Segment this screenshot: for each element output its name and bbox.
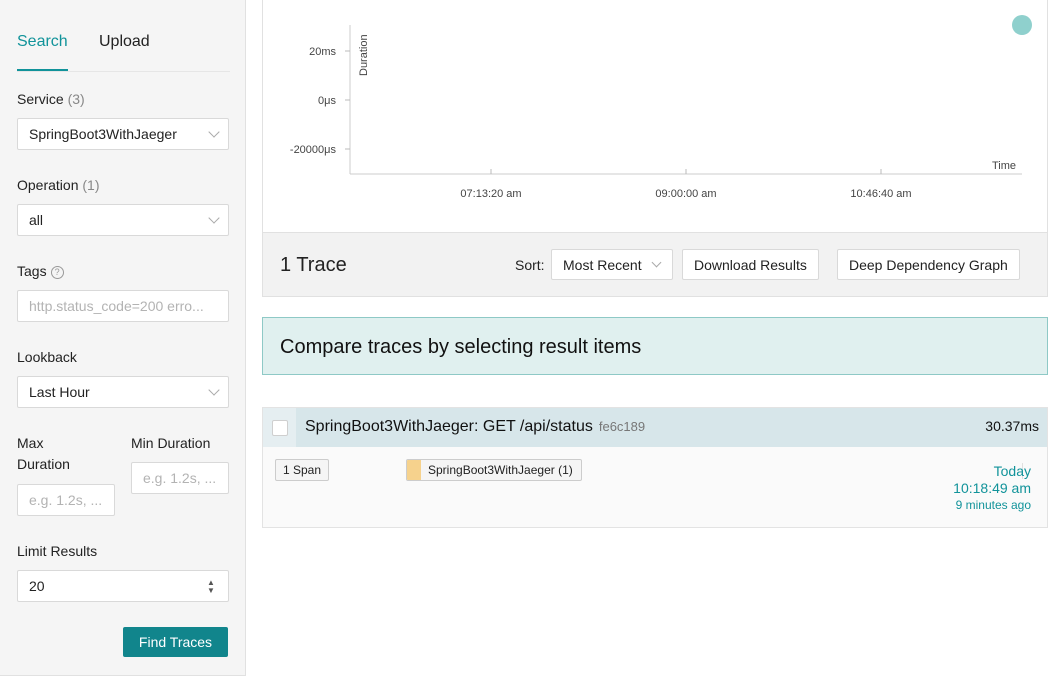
service-color-swatch bbox=[407, 460, 421, 480]
limit-results-value: 20 bbox=[29, 578, 45, 594]
trace-title-link[interactable]: SpringBoot3WithJaeger: GET /api/status fe… bbox=[305, 418, 645, 436]
trace-relative-time: 9 minutes ago bbox=[955, 498, 1031, 512]
number-stepper-icon[interactable]: ▲ ▼ bbox=[206, 579, 216, 595]
lookback-select[interactable]: Last Hour bbox=[17, 376, 229, 408]
trace-select-checkbox[interactable] bbox=[272, 420, 288, 436]
compare-banner: Compare traces by selecting result items bbox=[262, 317, 1048, 375]
sort-select[interactable]: Most Recent bbox=[551, 249, 673, 280]
max-duration-label-line1: Max bbox=[17, 435, 44, 451]
service-select-value: SpringBoot3WithJaeger bbox=[29, 126, 177, 142]
trace-result-item[interactable]: SpringBoot3WithJaeger: GET /api/status fe… bbox=[262, 407, 1048, 528]
y-tick-label: 20ms bbox=[309, 46, 336, 58]
operation-label-text: Operation bbox=[17, 177, 79, 193]
x-tick-label: 09:00:00 am bbox=[655, 188, 716, 200]
trace-id: fe6c189 bbox=[598, 419, 646, 434]
x-tick-label: 07:13:20 am bbox=[460, 188, 521, 200]
tags-label-text: Tags bbox=[17, 263, 47, 279]
trace-duration: 30.37ms bbox=[985, 418, 1039, 434]
y-tick-label: 0μs bbox=[318, 95, 336, 107]
max-duration-placeholder: e.g. 1.2s, ... bbox=[29, 492, 103, 508]
operation-select-value: all bbox=[29, 212, 44, 228]
chevron-down-icon bbox=[208, 212, 220, 224]
trace-time: 10:18:49 am bbox=[953, 480, 1031, 496]
min-duration-label: Min Duration bbox=[131, 435, 211, 451]
deep-dependency-graph-button[interactable]: Deep Dependency Graph bbox=[837, 249, 1020, 280]
results-header: 1 Trace Sort: Most Recent Download Resul… bbox=[262, 232, 1048, 297]
service-tag: SpringBoot3WithJaeger (1) bbox=[406, 459, 582, 481]
tags-input-placeholder: http.status_code=200 erro... bbox=[29, 298, 204, 314]
service-tag-label: SpringBoot3WithJaeger (1) bbox=[428, 463, 573, 477]
compare-text: Compare traces by selecting result items bbox=[280, 336, 642, 358]
lookback-label: Lookback bbox=[17, 349, 77, 365]
trace-data-point[interactable] bbox=[1012, 15, 1032, 35]
tags-label: Tags? bbox=[17, 263, 64, 279]
tags-input[interactable]: http.status_code=200 erro... bbox=[17, 290, 229, 322]
span-count-tag: 1 Span bbox=[275, 459, 330, 481]
search-sidebar: Search Upload Service (3) SpringBoot3Wit… bbox=[0, 0, 246, 676]
limit-results-label: Limit Results bbox=[17, 543, 98, 559]
chevron-down-icon bbox=[208, 384, 220, 396]
trace-scatter-chart: 20ms 0μs -20000μs 07:13:20 am 09:00:00 a… bbox=[262, 0, 1048, 232]
x-axis-title: Time bbox=[992, 160, 1016, 172]
help-icon[interactable]: ? bbox=[50, 266, 64, 279]
trace-select-cell bbox=[263, 408, 296, 447]
operation-count: (1) bbox=[82, 177, 100, 193]
trace-day: Today bbox=[993, 463, 1031, 479]
tab-search[interactable]: Search bbox=[17, 33, 68, 51]
service-label: Service (3) bbox=[17, 91, 85, 107]
y-tick-label: -20000μs bbox=[290, 144, 337, 156]
service-label-text: Service bbox=[17, 91, 64, 107]
sort-label: Sort: bbox=[515, 257, 545, 273]
trace-item-header[interactable]: SpringBoot3WithJaeger: GET /api/status fe… bbox=[263, 408, 1047, 447]
limit-results-input[interactable]: 20 ▲ ▼ bbox=[17, 570, 229, 602]
max-duration-label: Max Duration bbox=[17, 435, 70, 472]
chevron-down-icon bbox=[208, 126, 220, 138]
find-traces-button[interactable]: Find Traces bbox=[123, 627, 228, 657]
trace-title: SpringBoot3WithJaeger: GET /api/status bbox=[305, 418, 593, 435]
download-results-button[interactable]: Download Results bbox=[682, 249, 819, 280]
operation-label: Operation (1) bbox=[17, 177, 100, 193]
service-select[interactable]: SpringBoot3WithJaeger bbox=[17, 118, 229, 150]
operation-select[interactable]: all bbox=[17, 204, 229, 236]
service-count: (3) bbox=[67, 91, 85, 107]
x-tick-label: 10:46:40 am bbox=[850, 188, 911, 200]
min-duration-placeholder: e.g. 1.2s, ... bbox=[143, 470, 217, 486]
chevron-down-icon bbox=[651, 257, 662, 268]
scatter-svg: 20ms 0μs -20000μs 07:13:20 am 09:00:00 a… bbox=[290, 15, 1032, 200]
tab-upload[interactable]: Upload bbox=[99, 33, 150, 51]
trace-count: 1 Trace bbox=[280, 254, 347, 276]
max-duration-input[interactable]: e.g. 1.2s, ... bbox=[17, 484, 115, 516]
sidebar-tabs: Search Upload bbox=[17, 0, 230, 72]
sort-select-value: Most Recent bbox=[563, 256, 642, 273]
lookback-select-value: Last Hour bbox=[29, 384, 90, 400]
min-duration-input[interactable]: e.g. 1.2s, ... bbox=[131, 462, 229, 494]
y-axis-title: Duration bbox=[358, 34, 370, 76]
max-duration-label-line2: Duration bbox=[17, 456, 70, 472]
active-tab-indicator bbox=[17, 69, 68, 71]
